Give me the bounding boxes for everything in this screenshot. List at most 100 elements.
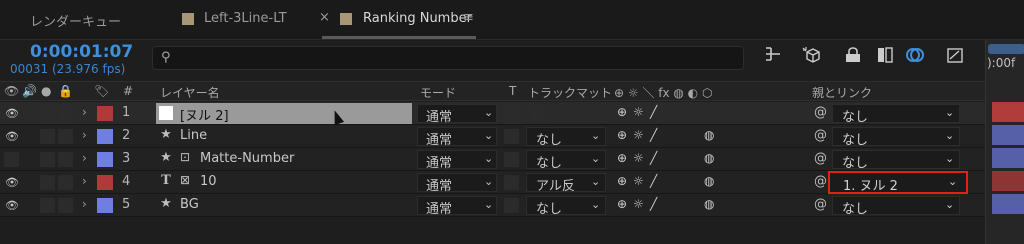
layer-name[interactable]: BG	[180, 197, 199, 212]
expand-chevron-icon[interactable]: ›	[82, 197, 87, 211]
collapse-switch-icon[interactable]: ☼	[633, 197, 644, 211]
label-color-swatch[interactable]	[97, 198, 113, 213]
tab-menu-icon[interactable]: ≡	[463, 10, 474, 25]
pickwhip-icon[interactable]: @	[814, 128, 827, 143]
shy-layers-icon[interactable]	[842, 46, 864, 68]
expand-chevron-icon[interactable]: ›	[82, 128, 87, 142]
quality-switch-icon[interactable]: ╱	[650, 128, 657, 142]
shy-switch-icon[interactable]: ⊕	[617, 174, 627, 188]
tab-left-3line-lt[interactable]: Left-3Line-LT	[204, 11, 287, 26]
work-area-bar[interactable]	[988, 44, 1024, 54]
label-color-swatch[interactable]	[97, 175, 113, 190]
tab-close-icon[interactable]: ×	[319, 10, 330, 25]
lock-toggle[interactable]	[58, 198, 73, 213]
layer-name[interactable]: Matte-Number	[200, 151, 294, 166]
visibility-eye-icon[interactable]: 👁	[5, 107, 19, 120]
layer-name-header[interactable]: レイヤー名	[160, 84, 220, 101]
motion-blur-switch-icon[interactable]: ◍	[704, 197, 714, 211]
quality-switch-icon[interactable]: ╱	[650, 151, 657, 165]
label-color-swatch[interactable]	[97, 129, 113, 144]
current-timecode[interactable]: 0:00:01:07	[30, 42, 133, 62]
timeline-panel[interactable]: ):00f	[985, 40, 1024, 244]
expand-chevron-icon[interactable]: ›	[82, 174, 87, 188]
layer-row[interactable]: 👁 › 4 T ⊠ 10 通常 ⌄ アル反 ⌄ ⊕ ☼ ╱ ◍ @ 1. ヌル 2 ⌄	[0, 171, 985, 194]
track-matte-dropdown[interactable]: なし ⌄	[526, 127, 606, 148]
motion-blur-icon[interactable]	[904, 46, 926, 68]
label-color-swatch[interactable]	[97, 106, 113, 121]
layer-duration-bar[interactable]	[992, 171, 1024, 191]
layer-row[interactable]: 👁 › 2 ★ Line 通常 ⌄ なし ⌄ ⊕ ☼ ╱ ◍ @ なし ⌄	[0, 125, 985, 148]
pickwhip-icon[interactable]: @	[814, 197, 827, 212]
motion-blur-switch-icon[interactable]: ◍	[704, 128, 714, 142]
lock-toggle[interactable]	[58, 175, 73, 190]
pickwhip-icon[interactable]: @	[814, 105, 827, 120]
layer-name[interactable]: Line	[180, 128, 207, 143]
visibility-eye-icon[interactable]: 👁	[5, 199, 19, 212]
parent-dropdown[interactable]: なし ⌄	[832, 196, 960, 217]
lock-toggle[interactable]	[58, 129, 73, 144]
track-matte-dropdown[interactable]: なし ⌄	[526, 150, 606, 171]
parent-dropdown[interactable]: なし ⌄	[832, 127, 960, 148]
preserve-transparency-toggle[interactable]	[504, 152, 519, 167]
shy-switch-icon[interactable]: ⊕	[617, 197, 627, 211]
preserve-transparency-toggle[interactable]	[504, 106, 519, 121]
frame-blending-icon[interactable]	[874, 46, 896, 68]
parent-dropdown-highlighted[interactable]: 1. ヌル 2 ⌄	[828, 171, 968, 194]
shy-switch-icon[interactable]: ⊕	[617, 151, 627, 165]
preserve-transparency-toggle[interactable]	[504, 129, 519, 144]
layer-row[interactable]: › 3 ★ ⊡ Matte-Number 通常 ⌄ なし ⌄ ⊕ ☼ ╱ ◍ @ な…	[0, 148, 985, 171]
solo-toggle[interactable]	[40, 106, 55, 121]
lock-toggle[interactable]	[58, 152, 73, 167]
solo-toggle[interactable]	[40, 175, 55, 190]
layer-name[interactable]: [ヌル 2]	[180, 105, 229, 124]
layer-duration-bar[interactable]	[992, 148, 1024, 168]
solo-toggle[interactable]	[40, 152, 55, 167]
chevron-down-icon: ⌄	[591, 129, 601, 142]
label-color-swatch[interactable]	[97, 152, 113, 167]
preserve-transparency-toggle[interactable]	[504, 175, 519, 190]
graph-editor-icon[interactable]	[944, 46, 966, 68]
layer-duration-bar[interactable]	[992, 125, 1024, 145]
visibility-eye-icon[interactable]: 👁	[5, 130, 19, 143]
mode-dropdown[interactable]: 通常 ⌄	[417, 127, 497, 148]
solo-toggle[interactable]	[40, 129, 55, 144]
visibility-eye-icon[interactable]: 👁	[5, 176, 19, 189]
expand-chevron-icon[interactable]: ›	[82, 105, 87, 119]
tab-render-queue[interactable]: レンダーキュー	[30, 11, 121, 30]
parent-dropdown[interactable]: なし ⌄	[832, 104, 960, 125]
quality-switch-icon[interactable]: ╱	[650, 174, 657, 188]
lock-toggle[interactable]	[58, 106, 73, 121]
pickwhip-icon[interactable]: @	[814, 174, 827, 189]
solo-toggle[interactable]	[40, 198, 55, 213]
layer-row[interactable]: 👁 › 1 [ヌル 2] 通常 ⌄ ⊕ ☼ ╱ @ なし ⌄	[0, 102, 985, 125]
expand-chevron-icon[interactable]: ›	[82, 151, 87, 165]
visibility-toggle-off[interactable]	[4, 152, 19, 167]
pickwhip-icon[interactable]: @	[814, 151, 827, 166]
comp-flowchart-icon[interactable]	[762, 46, 784, 68]
draft-3d-icon[interactable]	[800, 46, 822, 68]
layer-duration-bar[interactable]	[992, 102, 1024, 122]
layer-name[interactable]: 10	[200, 174, 217, 189]
shy-switch-icon[interactable]: ⊕	[617, 128, 627, 142]
parent-dropdown[interactable]: なし ⌄	[832, 150, 960, 171]
preserve-transparency-toggle[interactable]	[504, 198, 519, 213]
collapse-switch-icon[interactable]: ☼	[633, 128, 644, 142]
quality-switch-icon[interactable]: ╱	[650, 197, 657, 211]
mode-dropdown[interactable]: 通常 ⌄	[417, 104, 497, 125]
motion-blur-switch-icon[interactable]: ◍	[704, 174, 714, 188]
mode-dropdown[interactable]: 通常 ⌄	[417, 173, 497, 194]
mode-dropdown[interactable]: 通常 ⌄	[417, 196, 497, 217]
search-input[interactable]: ⚲	[152, 46, 744, 70]
collapse-switch-icon[interactable]: ☼	[633, 105, 644, 119]
quality-switch-icon[interactable]: ╱	[650, 105, 657, 119]
collapse-switch-icon[interactable]: ☼	[633, 174, 644, 188]
layer-duration-bar[interactable]	[992, 194, 1024, 214]
mode-dropdown[interactable]: 通常 ⌄	[417, 150, 497, 171]
shy-switch-icon[interactable]: ⊕	[617, 105, 627, 119]
collapse-switch-icon[interactable]: ☼	[633, 151, 644, 165]
layer-row[interactable]: 👁 › 5 ★ BG 通常 ⌄ なし ⌄ ⊕ ☼ ╱ ◍ @ なし ⌄	[0, 194, 985, 217]
track-matte-dropdown[interactable]: なし ⌄	[526, 196, 606, 217]
tab-ranking-number[interactable]: Ranking Number	[363, 11, 472, 26]
motion-blur-switch-icon[interactable]: ◍	[704, 151, 714, 165]
track-matte-dropdown[interactable]: アル反 ⌄	[526, 173, 606, 194]
